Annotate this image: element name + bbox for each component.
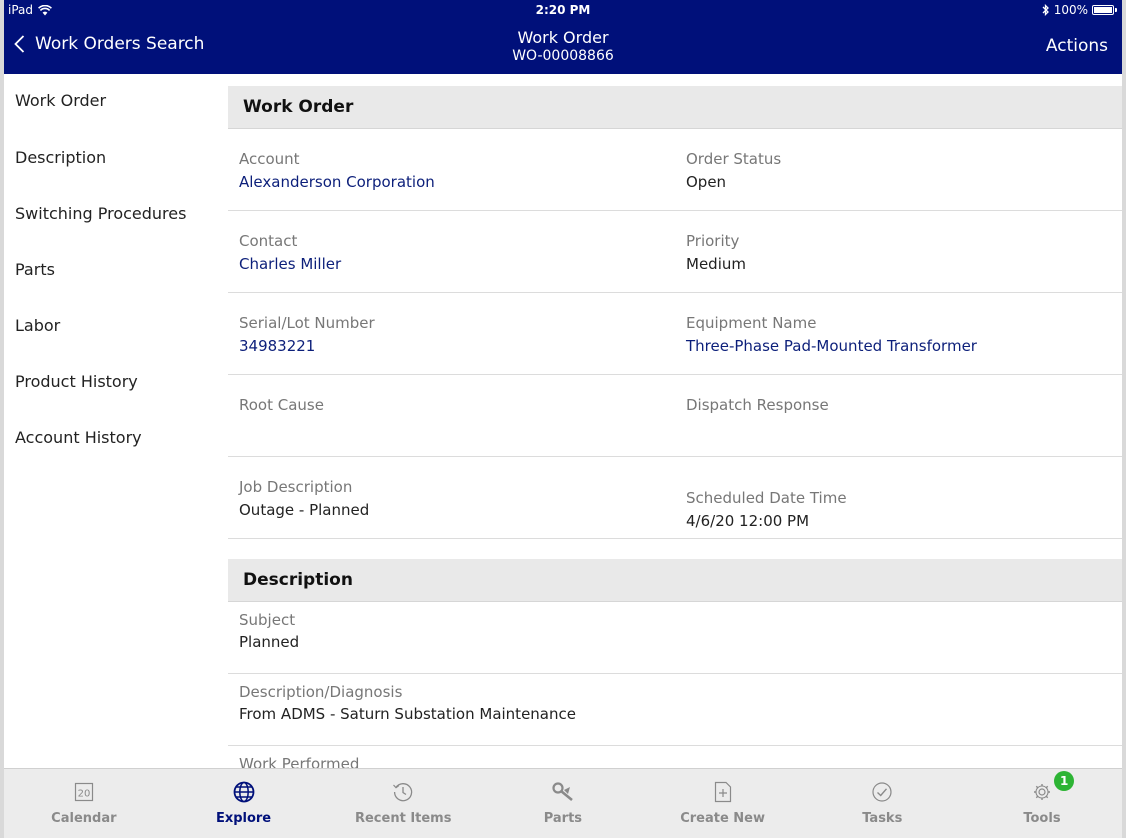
- serial-link[interactable]: 34983221: [239, 337, 375, 355]
- sidebar-item-work-order[interactable]: Work Order: [4, 74, 228, 130]
- scheduled-date-label: Scheduled Date Time: [686, 489, 847, 507]
- battery-percent: 100%: [1053, 3, 1088, 17]
- order-status-value: Open: [686, 173, 727, 191]
- tab-label: Create New: [680, 811, 765, 826]
- root-cause-label: Root Cause: [239, 396, 324, 414]
- navigation-bar: iPad 2:20 PM 100% Work Orders Search Wor…: [4, 0, 1122, 74]
- field-row: Serial/Lot Number 34983221 Equipment Nam…: [228, 293, 1122, 375]
- tab-label: Tools: [1023, 811, 1061, 826]
- contact-field: Contact Charles Miller: [239, 211, 341, 273]
- tab-create-new[interactable]: Create New: [643, 769, 803, 838]
- priority-label: Priority: [686, 232, 740, 250]
- account-link[interactable]: Alexanderson Corporation: [239, 173, 435, 191]
- sidebar-item-labor[interactable]: Labor: [4, 298, 228, 354]
- sidebar-item-account-history[interactable]: Account History: [4, 410, 228, 466]
- status-time: 2:20 PM: [535, 3, 591, 17]
- page-subtitle: WO-00008866: [512, 48, 614, 64]
- page-title: Work Order: [517, 28, 609, 47]
- tab-recent-items[interactable]: Recent Items: [323, 769, 483, 838]
- calendar-icon: 20: [4, 777, 164, 807]
- equipment-field: Equipment Name Three-Phase Pad-Mounted T…: [686, 293, 977, 355]
- diagnosis-field: Description/Diagnosis From ADMS - Saturn…: [228, 683, 1122, 746]
- create-new-icon: [643, 777, 803, 807]
- check-circle-icon: [802, 777, 962, 807]
- tab-label: Explore: [215, 811, 272, 826]
- diagnosis-value: From ADMS - Saturn Substation Maintenanc…: [239, 705, 576, 723]
- battery-icon: [1092, 5, 1117, 15]
- subject-value: Planned: [239, 633, 300, 651]
- nav-title: Work Order WO-00008866: [4, 28, 1122, 66]
- equipment-link[interactable]: Three-Phase Pad-Mounted Transformer: [686, 337, 977, 355]
- section-header-description: Description: [228, 559, 1122, 602]
- section-spacer: [228, 539, 1122, 559]
- field-row: Job Description Outage - Planned Schedul…: [228, 457, 1122, 539]
- field-row: Account Alexanderson Corporation Order S…: [228, 129, 1122, 211]
- detail-panel[interactable]: Work Order Account Alexanderson Corporat…: [228, 86, 1122, 768]
- field-row: Root Cause Dispatch Response: [228, 375, 1122, 457]
- sidebar: Work Order Description Switching Procedu…: [4, 74, 228, 768]
- actions-button[interactable]: Actions: [1046, 36, 1108, 56]
- gear-icon: [962, 777, 1122, 807]
- equipment-label: Equipment Name: [686, 314, 817, 332]
- status-bar: iPad 2:20 PM 100%: [4, 0, 1122, 20]
- order-status-label: Order Status: [686, 150, 782, 168]
- sidebar-item-product-history[interactable]: Product History: [4, 354, 228, 410]
- section-header-work-order: Work Order: [228, 86, 1122, 129]
- job-description-label: Job Description: [239, 478, 353, 496]
- serial-field: Serial/Lot Number 34983221: [239, 293, 375, 355]
- serial-label: Serial/Lot Number: [239, 314, 375, 332]
- work-performed-field: Work Performed: [228, 755, 1122, 768]
- tab-label: Calendar: [51, 811, 117, 826]
- bluetooth-icon: [1042, 4, 1049, 16]
- sidebar-item-switching-procedures[interactable]: Switching Procedures: [4, 186, 228, 242]
- globe-icon: [164, 777, 324, 807]
- tab-parts[interactable]: Parts: [483, 769, 643, 838]
- job-description-value: Outage - Planned: [239, 501, 370, 519]
- tab-tools[interactable]: 1 Tools: [962, 769, 1122, 838]
- dispatch-response-label: Dispatch Response: [686, 396, 829, 414]
- clock-icon: [323, 777, 483, 807]
- tab-tasks[interactable]: Tasks: [802, 769, 962, 838]
- dispatch-response-field: Dispatch Response: [686, 375, 829, 419]
- contact-link[interactable]: Charles Miller: [239, 255, 341, 273]
- field-row: Contact Charles Miller Priority Medium: [228, 211, 1122, 293]
- work-performed-label: Work Performed: [239, 755, 360, 768]
- account-label: Account: [239, 150, 300, 168]
- tab-label: Recent Items: [354, 811, 452, 826]
- sidebar-item-description[interactable]: Description: [4, 130, 228, 186]
- sidebar-item-parts[interactable]: Parts: [4, 242, 228, 298]
- app-window: iPad 2:20 PM 100% Work Orders Search Wor…: [4, 0, 1122, 838]
- tab-label: Tasks: [862, 811, 903, 826]
- tab-bar: 20 Calendar Explore Recent Items Parts C…: [4, 768, 1122, 838]
- priority-value: Medium: [686, 255, 746, 273]
- subject-field: Subject Planned: [228, 611, 1122, 674]
- diagnosis-label: Description/Diagnosis: [239, 683, 403, 701]
- parts-icon: [483, 777, 643, 807]
- priority-field: Priority Medium: [686, 211, 746, 273]
- job-description-field: Job Description Outage - Planned: [239, 457, 369, 519]
- tab-label: Parts: [543, 811, 583, 826]
- calendar-day: 20: [77, 789, 90, 800]
- contact-label: Contact: [239, 232, 298, 250]
- account-field: Account Alexanderson Corporation: [239, 129, 435, 191]
- subject-label: Subject: [239, 611, 296, 629]
- tab-explore[interactable]: Explore: [164, 769, 324, 838]
- scheduled-date-field: Scheduled Date Time 4/6/20 12:00 PM: [686, 457, 847, 530]
- order-status-field: Order Status Open: [686, 129, 781, 191]
- tab-calendar[interactable]: 20 Calendar: [4, 769, 164, 838]
- status-right: 100%: [1042, 3, 1117, 17]
- notification-badge: 1: [1054, 771, 1075, 791]
- scheduled-date-value: 4/6/20 12:00 PM: [686, 512, 810, 530]
- root-cause-field: Root Cause: [239, 375, 324, 419]
